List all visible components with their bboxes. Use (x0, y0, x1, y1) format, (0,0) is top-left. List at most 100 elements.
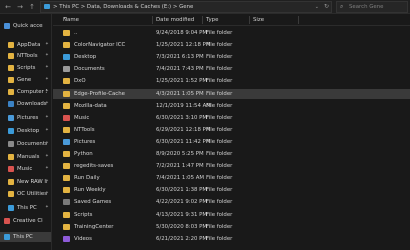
documents-icon (63, 66, 70, 73)
table-row[interactable]: Music 6/30/2021 3:10 PM File folder (53, 113, 410, 123)
chevron-down-icon[interactable]: ⌄ (315, 2, 319, 12)
sidebar-item[interactable]: This PC (0, 232, 51, 242)
music-icon (63, 114, 70, 121)
refresh-icon[interactable]: ↻ (324, 2, 329, 12)
sidebar-item[interactable]: Music ✦ (0, 164, 51, 174)
pin-icon: ✦ (45, 42, 49, 47)
pin-icon: ✦ (45, 101, 49, 106)
file-name: Music (74, 114, 90, 121)
table-row[interactable]: Mozilla-data 12/1/2019 11:54 AM File folde… (53, 101, 410, 111)
folder-icon (63, 102, 70, 109)
file-type: File folder (206, 66, 233, 73)
sidebar-item-label: Pictures (17, 115, 39, 121)
file-type: File folder (206, 90, 233, 97)
file-date: 1/25/2021 1:52 PM (156, 78, 208, 85)
table-row[interactable]: Desktop 7/3/2021 6:13 PM File folder (53, 52, 410, 62)
file-type: File folder (206, 138, 233, 145)
pin-icon: ✦ (45, 154, 49, 159)
folder-icon (63, 211, 70, 218)
sidebar-item[interactable]: This PC ✦ (0, 203, 51, 213)
column-header-row: ^ Name Date modified Type Size (53, 14, 410, 26)
sidebar-item[interactable]: Creative Cloud Files (0, 216, 51, 226)
sidebar-item[interactable]: Computer Stiti✦ (0, 87, 51, 97)
sidebar-item[interactable]: Downloads ✦ (0, 99, 51, 109)
table-row[interactable]: Pictures 6/30/2021 11:42 PM File folder (53, 137, 410, 147)
sidebar-item[interactable]: OC Utilities ✦ (0, 189, 51, 199)
desktop-icon (63, 54, 70, 61)
pin-icon: ✦ (45, 141, 49, 146)
sidebar-item-label: NTTools (17, 53, 38, 59)
file-type: File folder (206, 30, 233, 36)
sidebar-item[interactable]: AppData ✦ (0, 40, 51, 50)
table-row[interactable]: NTTools 6/29/2021 12:18 PM File folder (53, 125, 410, 135)
table-row[interactable]: DxO 1/25/2021 1:52 PM File folder (53, 76, 410, 86)
file-name: NTTools (74, 126, 95, 133)
column-header-date[interactable]: Date modified (156, 14, 194, 26)
column-header-type[interactable]: Type (206, 14, 218, 26)
folder-icon (63, 151, 70, 157)
column-divider[interactable] (202, 16, 203, 24)
column-header-size[interactable]: Size (253, 14, 264, 26)
sidebar-item[interactable]: New RAW Imag✦ (0, 177, 51, 187)
table-row[interactable]: Run Weekly 6/30/2021 1:38 PM File folder (53, 185, 410, 195)
pin-icon: ✦ (45, 77, 49, 82)
pc-icon (4, 234, 10, 240)
search-input[interactable]: ⌕ Search Gene (336, 1, 408, 13)
table-row[interactable]: Documents 7/4/2021 7:43 PM File folder (53, 64, 410, 74)
sidebar-item[interactable]: Gene ✦ (0, 75, 51, 85)
sidebar-item[interactable]: Pictures ✦ (0, 113, 51, 123)
file-name: Documents (74, 66, 105, 73)
folder-icon (8, 77, 14, 83)
sidebar-item[interactable]: Desktop ✦ (0, 126, 51, 136)
table-row[interactable]: TrainingCenter 5/30/2020 8:03 PM File fold… (53, 222, 410, 232)
file-date: 9/24/2018 9:04 PM (156, 30, 208, 36)
table-row[interactable]: Python 8/9/2020 5:25 PM File folder (53, 149, 410, 159)
saved-games-icon (63, 199, 70, 206)
file-name: Run Weekly (74, 187, 106, 194)
table-row[interactable]: Edge-Profile-Cache 4/3/2021 1:05 PM File f… (53, 88, 410, 99)
folder-icon (63, 30, 70, 36)
sidebar-item-label: AppData (17, 42, 41, 48)
pictures-icon (63, 138, 70, 145)
desktop-icon (8, 128, 14, 134)
file-date: 6/30/2021 11:42 PM (156, 138, 211, 145)
address-bar[interactable]: > This PC > Data, Downloads & Caches (E:… (40, 1, 332, 13)
table-row[interactable]: regedits-saves 7/2/2021 1:47 PM File folde… (53, 161, 410, 171)
table-row[interactable]: ColorNavigator ICC 1/25/2021 12:18 PM File… (53, 40, 410, 50)
file-name: TrainingCenter (74, 223, 114, 230)
table-row[interactable]: Saved Games 4/22/2021 9:02 PM File folder (53, 197, 410, 207)
star-icon (4, 23, 10, 29)
pin-icon: ✦ (45, 166, 49, 171)
table-row[interactable]: Scripts 4/13/2021 9:31 PM File folder (53, 210, 410, 220)
pc-icon (44, 4, 50, 9)
file-type: File folder (206, 42, 233, 49)
table-row[interactable]: Videos 6/21/2021 2:20 PM File folder (53, 234, 410, 244)
file-name: Pictures (74, 138, 96, 145)
table-row[interactable]: .. 9/24/2018 9:04 PM File folder (53, 28, 410, 38)
column-divider[interactable] (298, 16, 299, 24)
file-name: Saved Games (74, 199, 112, 206)
folder-icon (8, 42, 14, 48)
sidebar-item[interactable]: Quick access (0, 21, 51, 31)
address-path: > This PC > Data, Downloads & Caches (E:… (53, 4, 194, 10)
sidebar-item[interactable]: Manuals ✦ (0, 152, 51, 162)
forward-arrow-icon[interactable]: → (14, 1, 26, 13)
pin-icon: ✦ (45, 115, 49, 120)
up-arrow-icon[interactable]: ↑ (26, 1, 38, 13)
folder-icon (63, 126, 70, 133)
table-row[interactable]: Run Daily 7/4/2021 1:05 AM File folder (53, 173, 410, 183)
sidebar-item-label: Creative Cloud Files (13, 218, 43, 224)
sidebar-item-label: OC Utilities (17, 191, 47, 197)
column-divider[interactable] (249, 16, 250, 24)
folder-icon (8, 65, 14, 71)
cloud-icon (4, 218, 10, 224)
sidebar-item[interactable]: Documents ✦ (0, 139, 51, 149)
back-arrow-icon[interactable]: ← (2, 1, 14, 13)
sidebar-item[interactable]: Scripts ✦ (0, 63, 51, 73)
file-date: 4/22/2021 9:02 PM (156, 199, 208, 206)
sidebar-item[interactable]: NTTools ✦ (0, 51, 51, 61)
search-icon: ⌕ (340, 3, 344, 10)
file-name: regedits-saves (74, 163, 114, 170)
column-header-name[interactable]: Name (63, 14, 79, 26)
column-divider[interactable] (152, 16, 153, 24)
